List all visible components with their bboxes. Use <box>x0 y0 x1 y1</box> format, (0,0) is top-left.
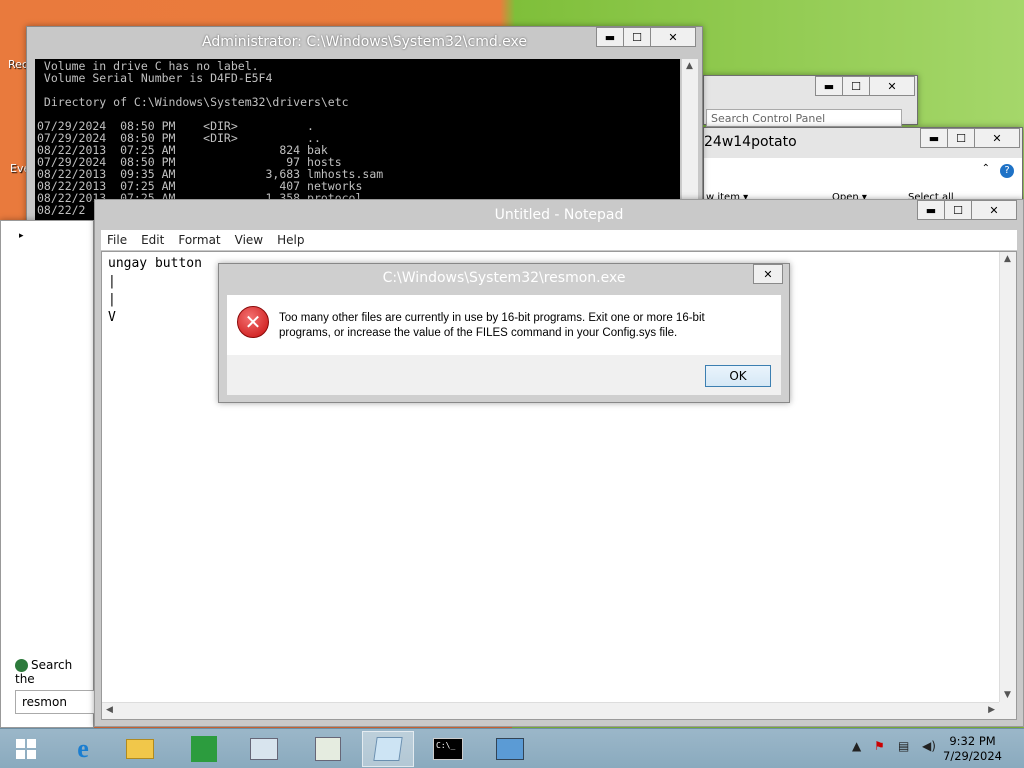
tray-expand-icon[interactable]: ▲ <box>852 739 861 753</box>
menu-help[interactable]: Help <box>271 233 310 247</box>
scrollbar-corner <box>999 702 1016 719</box>
maximize-button[interactable]: ☐ <box>623 27 651 47</box>
server-manager-icon[interactable] <box>302 731 354 767</box>
close-button[interactable]: ✕ <box>971 200 1017 220</box>
menu-view[interactable]: View <box>229 233 269 247</box>
clock[interactable]: 9:32 PM 7/29/2024 <box>943 734 1002 764</box>
cmd-icon[interactable]: C:\_ <box>422 731 474 767</box>
close-button[interactable]: ✕ <box>753 264 783 284</box>
explorer-nav-pane[interactable]: ▸ Search the resmon <box>0 220 95 728</box>
minimize-button[interactable]: ▬ <box>920 128 948 148</box>
store-icon[interactable] <box>178 731 230 767</box>
vertical-scrollbar[interactable]: ▲ ▼ <box>999 252 1016 702</box>
dialog-footer: OK <box>227 355 781 395</box>
desktop-icon-label: Rec <box>8 58 28 71</box>
menu-edit[interactable]: Edit <box>135 233 170 247</box>
volume-icon[interactable]: ◀) <box>922 739 936 753</box>
date: 7/29/2024 <box>943 749 1002 763</box>
maximize-button[interactable]: ☐ <box>947 128 975 148</box>
window-controls: ▬ ☐ ✕ <box>815 76 915 96</box>
error-dialog[interactable]: C:\Windows\System32\resmon.exe ✕ ✕ Too m… <box>218 263 790 403</box>
close-button[interactable]: ✕ <box>650 27 696 47</box>
scroll-right-icon[interactable]: ▶ <box>988 705 995 715</box>
scroll-left-icon[interactable]: ◀ <box>106 705 113 715</box>
editor-content[interactable]: ungay button | | V <box>108 255 202 327</box>
dialog-title: C:\Windows\System32\resmon.exe <box>219 264 789 292</box>
taskbar: e C:\_ ▲ ⚑ ▤ ◀) 9:32 PM 7/29/2024 <box>0 728 1024 768</box>
search-input[interactable]: Search Control Panel <box>706 109 902 127</box>
control-panel-icon[interactable] <box>484 731 536 767</box>
control-panel-window[interactable]: ▬ ☐ ✕ 24w14potato ? ⌃ w item ▾ Open ▾ Se… <box>703 127 1023 208</box>
window-controls: ▬ ☐ ✕ <box>920 128 1020 148</box>
menu-format[interactable]: Format <box>172 233 226 247</box>
time: 9:32 PM <box>949 734 996 748</box>
notepad-icon[interactable] <box>362 731 414 767</box>
maximize-button[interactable]: ☐ <box>944 200 972 220</box>
breadcrumb: 24w14potato <box>704 134 797 150</box>
search-result[interactable]: Search the <box>15 658 93 686</box>
error-icon: ✕ <box>237 306 269 338</box>
minimize-button[interactable]: ▬ <box>917 200 945 220</box>
task-manager-icon[interactable] <box>238 731 290 767</box>
window-controls: ✕ <box>753 264 783 284</box>
minimize-button[interactable]: ▬ <box>815 76 843 96</box>
horizontal-scrollbar[interactable]: ◀ ▶ <box>102 702 999 719</box>
dialog-body: ✕ Too many other files are currently in … <box>227 295 781 355</box>
dialog-message: Too many other files are currently in us… <box>279 312 705 339</box>
window-controls: ▬ ☐ ✕ <box>596 27 696 47</box>
console-line: Volume Serial Number is D4FD-E5F4 <box>37 71 273 85</box>
expand-arrow-icon[interactable]: ▸ <box>19 231 24 241</box>
ok-button[interactable]: OK <box>705 365 771 387</box>
help-icon[interactable]: ? <box>1000 164 1014 178</box>
action-center-icon[interactable]: ⚑ <box>874 739 885 753</box>
scroll-up-icon[interactable]: ▲ <box>1004 254 1011 264</box>
menu-file[interactable]: File <box>101 233 133 247</box>
menu-bar: File Edit Format View Help <box>101 230 1017 250</box>
close-button[interactable]: ✕ <box>974 128 1020 148</box>
start-icon[interactable] <box>0 731 52 767</box>
minimize-button[interactable]: ▬ <box>596 27 624 47</box>
search-input[interactable]: resmon <box>15 690 95 714</box>
desktop-icon-recycle[interactable]: Rec <box>8 58 28 71</box>
control-panel-window-back[interactable]: ▬ ☐ ✕ Search Control Panel <box>703 75 918 127</box>
window-controls: ▬ ☐ ✕ <box>917 200 1017 220</box>
chevron-up-icon[interactable]: ⌃ <box>982 163 990 174</box>
close-button[interactable]: ✕ <box>869 76 915 96</box>
search-icon <box>15 659 28 672</box>
window-title: Untitled - Notepad <box>95 200 1023 230</box>
internet-explorer-icon[interactable]: e <box>57 731 109 767</box>
scroll-down-icon[interactable]: ▼ <box>1004 690 1011 700</box>
maximize-button[interactable]: ☐ <box>842 76 870 96</box>
network-icon[interactable]: ▤ <box>898 739 909 753</box>
scroll-up-icon[interactable]: ▲ <box>686 61 693 71</box>
file-explorer-icon[interactable] <box>114 731 166 767</box>
console-line: Directory of C:\Windows\System32\drivers… <box>37 95 349 109</box>
